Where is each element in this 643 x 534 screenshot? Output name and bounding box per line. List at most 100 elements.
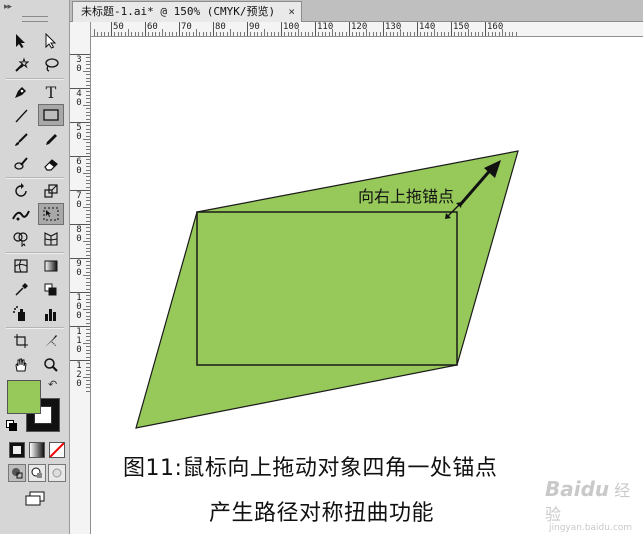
draw-normal-button[interactable] [8,464,26,482]
ruler-minor-tick [454,32,456,36]
ruler-minor-tick [86,387,90,389]
direct-selection-tool-icon[interactable] [38,30,64,52]
vertical-ruler[interactable]: 3 0 4 0 5 0 6 0 7 0 8 0 9 0 1 0 0 1 1 0 1 2 0 [70,22,91,534]
ruler-minor-tick [86,94,90,96]
ruler-minor-tick [481,32,483,36]
shape-builder-tool-icon[interactable] [8,228,34,250]
color-mode-button[interactable] [9,442,25,458]
lasso-tool-icon[interactable] [38,54,64,76]
ruler-label: 4 0 [76,89,82,108]
width-tool-icon[interactable] [8,204,34,226]
draw-behind-button[interactable] [28,464,46,482]
ruler-minor-tick [515,32,517,36]
ruler-minor-tick [376,32,378,36]
screen-mode-icon[interactable] [22,488,48,510]
artboard-canvas[interactable]: 向右上拖锚点 图11:鼠标向上拖动对象四角一处锚点 产生路径对称扭曲功能 Bai… [91,37,643,534]
ruler-minor-tick [86,60,90,62]
mesh-tool-icon[interactable] [8,255,34,277]
document-tab[interactable]: 未标题-1.ai* @ 150% (CMYK/预览) × [72,1,302,22]
none-mode-button[interactable] [49,442,65,458]
ruler-minor-tick [86,302,90,304]
hand-tool-icon[interactable] [8,354,34,376]
scale-tool-icon[interactable] [38,180,64,202]
ruler-minor-tick [86,227,90,229]
rectangle-tool-icon[interactable] [38,104,64,126]
ruler-minor-tick [457,32,459,36]
ruler-major-tick [485,22,486,36]
distorted-shape[interactable] [135,150,519,429]
ruler-minor-tick [114,32,116,36]
zoom-tool-icon[interactable] [38,354,64,376]
ruler-label: 6 0 [76,157,82,176]
pen-tool-icon[interactable] [8,81,34,103]
draw-inside-button[interactable] [48,464,66,482]
ruler-minor-tick [86,183,90,185]
ruler-minor-tick [86,64,90,66]
ruler-minor-tick [359,32,361,36]
magic-wand-tool-icon[interactable] [8,54,34,76]
ruler-minor-tick [138,32,140,36]
ruler-minor-tick [406,32,408,36]
ruler-label: 50 [113,22,124,32]
ruler-minor-tick [86,237,90,239]
ruler-minor-tick [86,234,90,236]
fill-swatch[interactable] [7,380,41,414]
column-graph-tool-icon[interactable] [38,303,64,325]
ruler-minor-tick [86,281,90,283]
ruler-minor-tick [86,288,90,290]
ruler-minor-tick [502,29,503,36]
ruler-label: 70 [181,22,192,32]
type-tool-icon[interactable]: T [38,81,64,103]
blend-tool-icon[interactable] [38,279,64,301]
close-tab-icon[interactable]: × [288,2,295,22]
gradient-mode-button[interactable] [29,442,45,458]
ruler-minor-tick [83,377,90,378]
blob-brush-tool-icon[interactable] [8,153,34,175]
panel-grip[interactable] [22,16,48,22]
symbol-sprayer-tool-icon[interactable] [8,303,34,325]
ruler-minor-tick [199,32,201,36]
ruler-minor-tick [335,32,337,36]
ruler-minor-tick [294,32,296,36]
ruler-minor-tick [284,32,286,36]
slice-tool-icon[interactable] [38,330,64,352]
ruler-label: 8 0 [76,225,82,244]
perspective-grid-tool-icon[interactable] [38,228,64,250]
ruler-minor-tick [86,254,90,256]
ruler-minor-tick [86,322,90,324]
ruler-minor-tick [287,32,289,36]
eyedropper-tool-icon[interactable] [8,279,34,301]
ruler-minor-tick [86,336,90,338]
ruler-minor-tick [86,298,90,300]
drag-annotation: 向右上拖锚点 [358,187,455,206]
artboard-tool-icon[interactable] [8,330,34,352]
free-transform-tool-icon[interactable] [38,203,64,225]
ruler-minor-tick [86,166,90,168]
ruler-minor-tick [86,220,90,222]
ruler-minor-tick [94,29,95,36]
rotate-tool-icon[interactable] [8,180,34,202]
ruler-minor-tick [86,285,90,287]
ruler-major-tick [179,22,180,36]
ruler-minor-tick [338,32,340,36]
horizontal-ruler[interactable]: 50 60 70 80 90 100 110 120 130 140 150 160 [91,22,643,37]
ruler-minor-tick [86,217,90,219]
ruler-minor-tick [86,152,90,154]
ruler-minor-tick [83,343,90,344]
selection-tool-icon[interactable] [8,30,34,52]
collapse-panel-icon[interactable]: ▸▸ [4,2,12,12]
swap-fill-stroke-icon[interactable]: ↶ [48,378,57,391]
ruler-label: 7 0 [76,191,82,210]
ruler-minor-tick [488,32,490,36]
pencil-tool-icon[interactable] [38,129,64,151]
default-fill-stroke-icon[interactable] [6,420,17,431]
ruler-minor-tick [86,312,90,314]
ruler-minor-tick [86,370,90,372]
line-segment-tool-icon[interactable] [8,105,34,127]
gradient-tool-icon[interactable] [38,255,64,277]
eraser-tool-icon[interactable] [38,153,64,175]
ruler-minor-tick [86,81,90,83]
paintbrush-tool-icon[interactable] [8,129,34,151]
ruler-minor-tick [478,32,480,36]
ruler-minor-tick [168,32,170,36]
